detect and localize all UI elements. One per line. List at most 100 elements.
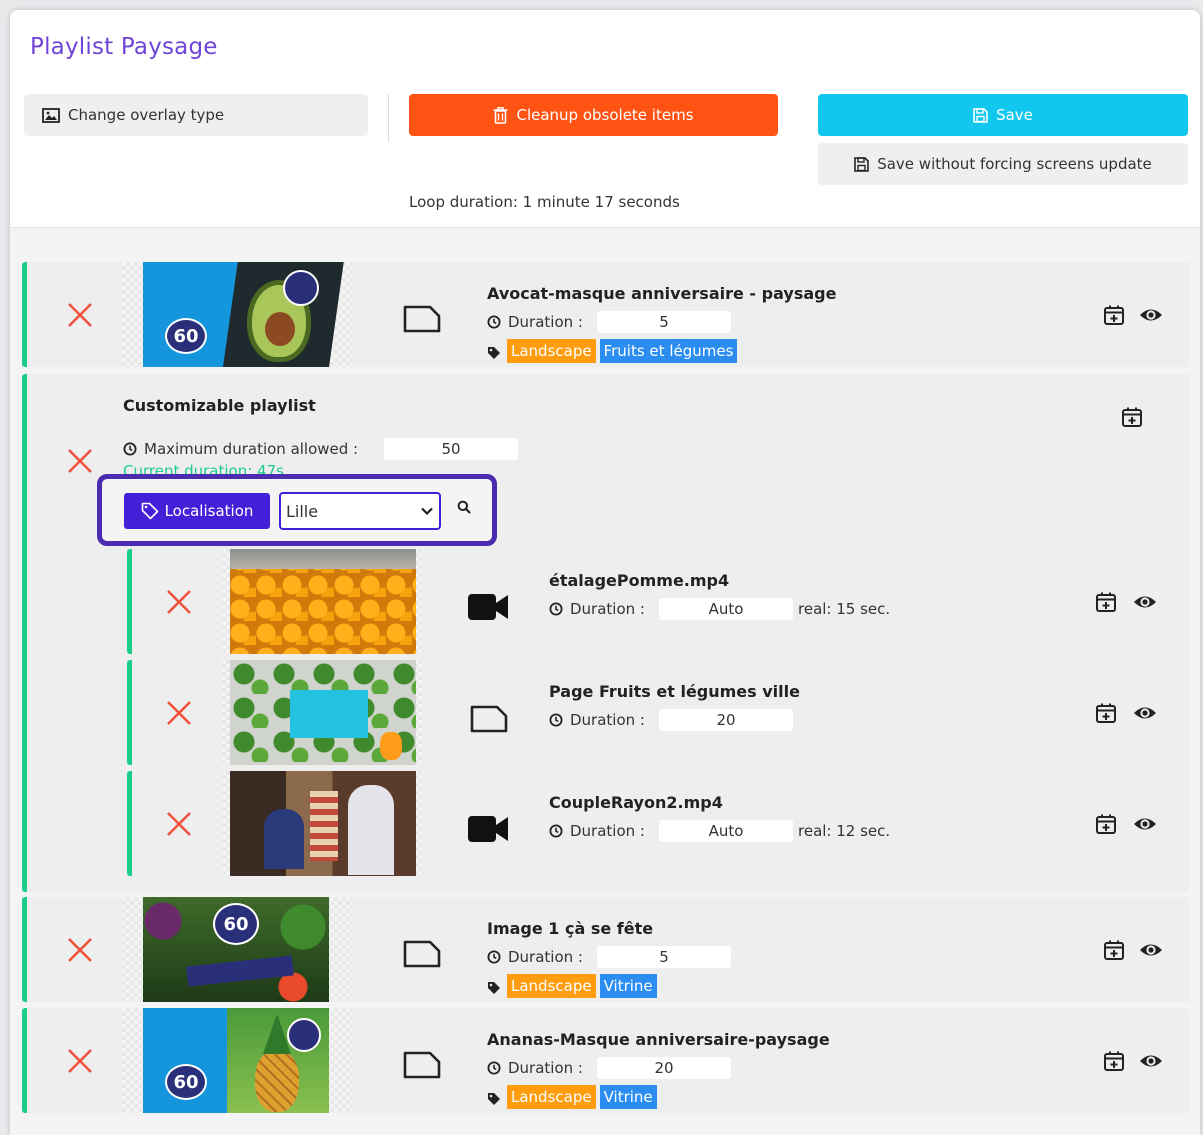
save-label: Save [996, 106, 1033, 124]
item-thumbnail: 60 [122, 897, 352, 1002]
duration-label: Duration : [549, 822, 645, 840]
clock-icon [487, 1061, 501, 1075]
item-name: Avocat-masque anniversaire - paysage [487, 284, 837, 303]
localisation-select[interactable]: Lille [279, 492, 441, 530]
calendar-plus-icon[interactable] [1095, 591, 1117, 613]
duration-input[interactable]: Auto [659, 820, 793, 842]
tag-category: Vitrine [599, 974, 657, 998]
eye-icon[interactable] [1133, 815, 1157, 833]
delete-icon[interactable] [164, 587, 194, 617]
eye-icon[interactable] [1139, 941, 1163, 959]
tag-category: Vitrine [599, 1085, 657, 1109]
vegetables-image [230, 660, 416, 765]
avocado-image: 60 [143, 262, 344, 367]
tag-icon [488, 982, 500, 994]
delete-icon[interactable] [65, 935, 95, 965]
item-thumbnail [222, 771, 422, 876]
page-icon [403, 1051, 441, 1079]
cleanup-label: Cleanup obsolete items [516, 106, 694, 124]
item-thumbnail: 60 [122, 1008, 352, 1113]
tag-icon [488, 1093, 500, 1105]
calendar-plus-icon[interactable] [1095, 813, 1117, 835]
duration-input[interactable]: 20 [597, 1057, 731, 1079]
item-name: CoupleRayon2.mp4 [549, 793, 723, 812]
clock-icon [549, 713, 563, 727]
duration-label: Duration : [549, 600, 645, 618]
chevron-down-icon [421, 507, 433, 515]
item-tags: Landscape Fruits et légumes [487, 339, 741, 363]
duration-label: Duration : [487, 948, 583, 966]
eye-icon[interactable] [1139, 1052, 1163, 1070]
calendar-plus-icon[interactable] [1103, 304, 1125, 326]
tag-outline-icon [141, 502, 158, 520]
save-without-forcing-label: Save without forcing screens update [877, 155, 1152, 173]
tag-landscape: Landscape [507, 974, 596, 998]
duration-input[interactable]: 5 [597, 311, 731, 333]
clock-icon [487, 315, 501, 329]
item-thumbnail: 60 [122, 262, 352, 367]
playlist-item: 60 Ananas-Masque anniversaire-paysage Du… [22, 1008, 1189, 1113]
delete-icon[interactable] [65, 300, 95, 330]
header-divider [388, 94, 389, 142]
change-overlay-button[interactable]: Change overlay type [24, 94, 368, 136]
calendar-plus-icon[interactable] [1095, 702, 1117, 724]
playlist-item: 60 Image 1 çà se fête Duration : 5 Lands… [22, 897, 1189, 1002]
item-thumbnail [222, 549, 422, 654]
customizable-playlist-group: Customizable playlist Maximum duration a… [22, 374, 1189, 892]
cleanup-obsolete-button[interactable]: Cleanup obsolete items [409, 94, 778, 136]
delete-icon[interactable] [65, 1046, 95, 1076]
max-duration-input[interactable]: 50 [384, 438, 518, 460]
calendar-plus-icon[interactable] [1103, 939, 1125, 961]
eye-icon[interactable] [1139, 306, 1163, 324]
loop-duration: Loop duration: 1 minute 17 seconds [409, 193, 680, 211]
page-icon [403, 305, 441, 333]
duration-label: Duration : [487, 1059, 583, 1077]
calendar-plus-icon[interactable] [1121, 406, 1143, 428]
localisation-selected-value: Lille [286, 501, 319, 521]
tag-icon [488, 347, 500, 359]
duration-input[interactable]: Auto [659, 598, 793, 620]
max-duration-label: Maximum duration allowed : [123, 440, 358, 458]
duration-label: Duration : [487, 313, 583, 331]
tag-landscape: Landscape [507, 1085, 596, 1109]
delete-icon[interactable] [164, 698, 194, 728]
page-title: Playlist Paysage [30, 34, 218, 60]
clock-icon [123, 442, 137, 456]
item-name: Image 1 çà se fête [487, 919, 654, 938]
playlist-item: 60 Avocat-masque anniversaire - paysage … [22, 262, 1189, 367]
sub-playlist-item: Page Fruits et légumes ville Duration : … [127, 660, 1164, 765]
item-name: étalagePomme.mp4 [549, 571, 730, 590]
real-duration: real: 12 sec. [798, 822, 891, 840]
sub-playlist-item: CoupleRayon2.mp4 Duration : Auto real: 1… [127, 771, 1164, 876]
vegetables-celebration-image: 60 [143, 897, 329, 1002]
floppy-icon [973, 107, 988, 123]
duration-label: Duration : [549, 711, 645, 729]
save-without-forcing-button[interactable]: Save without forcing screens update [818, 143, 1188, 185]
delete-icon[interactable] [164, 809, 194, 839]
duration-input[interactable]: 20 [659, 709, 793, 731]
trash-icon [493, 106, 508, 124]
real-duration: real: 15 sec. [798, 600, 891, 618]
eye-icon[interactable] [1133, 593, 1157, 611]
duration-input[interactable]: 5 [597, 946, 731, 968]
search-icon[interactable] [457, 500, 471, 514]
playlist-header: Playlist Paysage Change overlay type Cle… [10, 10, 1200, 228]
image-icon [42, 107, 60, 123]
localisation-filter: Localisation Lille [97, 474, 497, 546]
floppy-icon [854, 156, 870, 172]
clock-icon [487, 950, 501, 964]
clock-icon [549, 602, 563, 616]
group-title: Customizable playlist [123, 396, 316, 415]
store-aisle-image [230, 771, 416, 876]
save-button[interactable]: Save [818, 94, 1188, 136]
pineapple-image: 60 [143, 1008, 329, 1113]
tag-landscape: Landscape [507, 339, 596, 363]
item-tags: Landscape Vitrine [487, 974, 661, 998]
eye-icon[interactable] [1133, 704, 1157, 722]
calendar-plus-icon[interactable] [1103, 1050, 1125, 1072]
delete-icon[interactable] [65, 446, 95, 476]
page-icon [470, 705, 508, 733]
video-camera-icon [468, 816, 508, 842]
item-tags: Landscape Vitrine [487, 1085, 661, 1109]
localisation-button[interactable]: Localisation [124, 493, 270, 529]
